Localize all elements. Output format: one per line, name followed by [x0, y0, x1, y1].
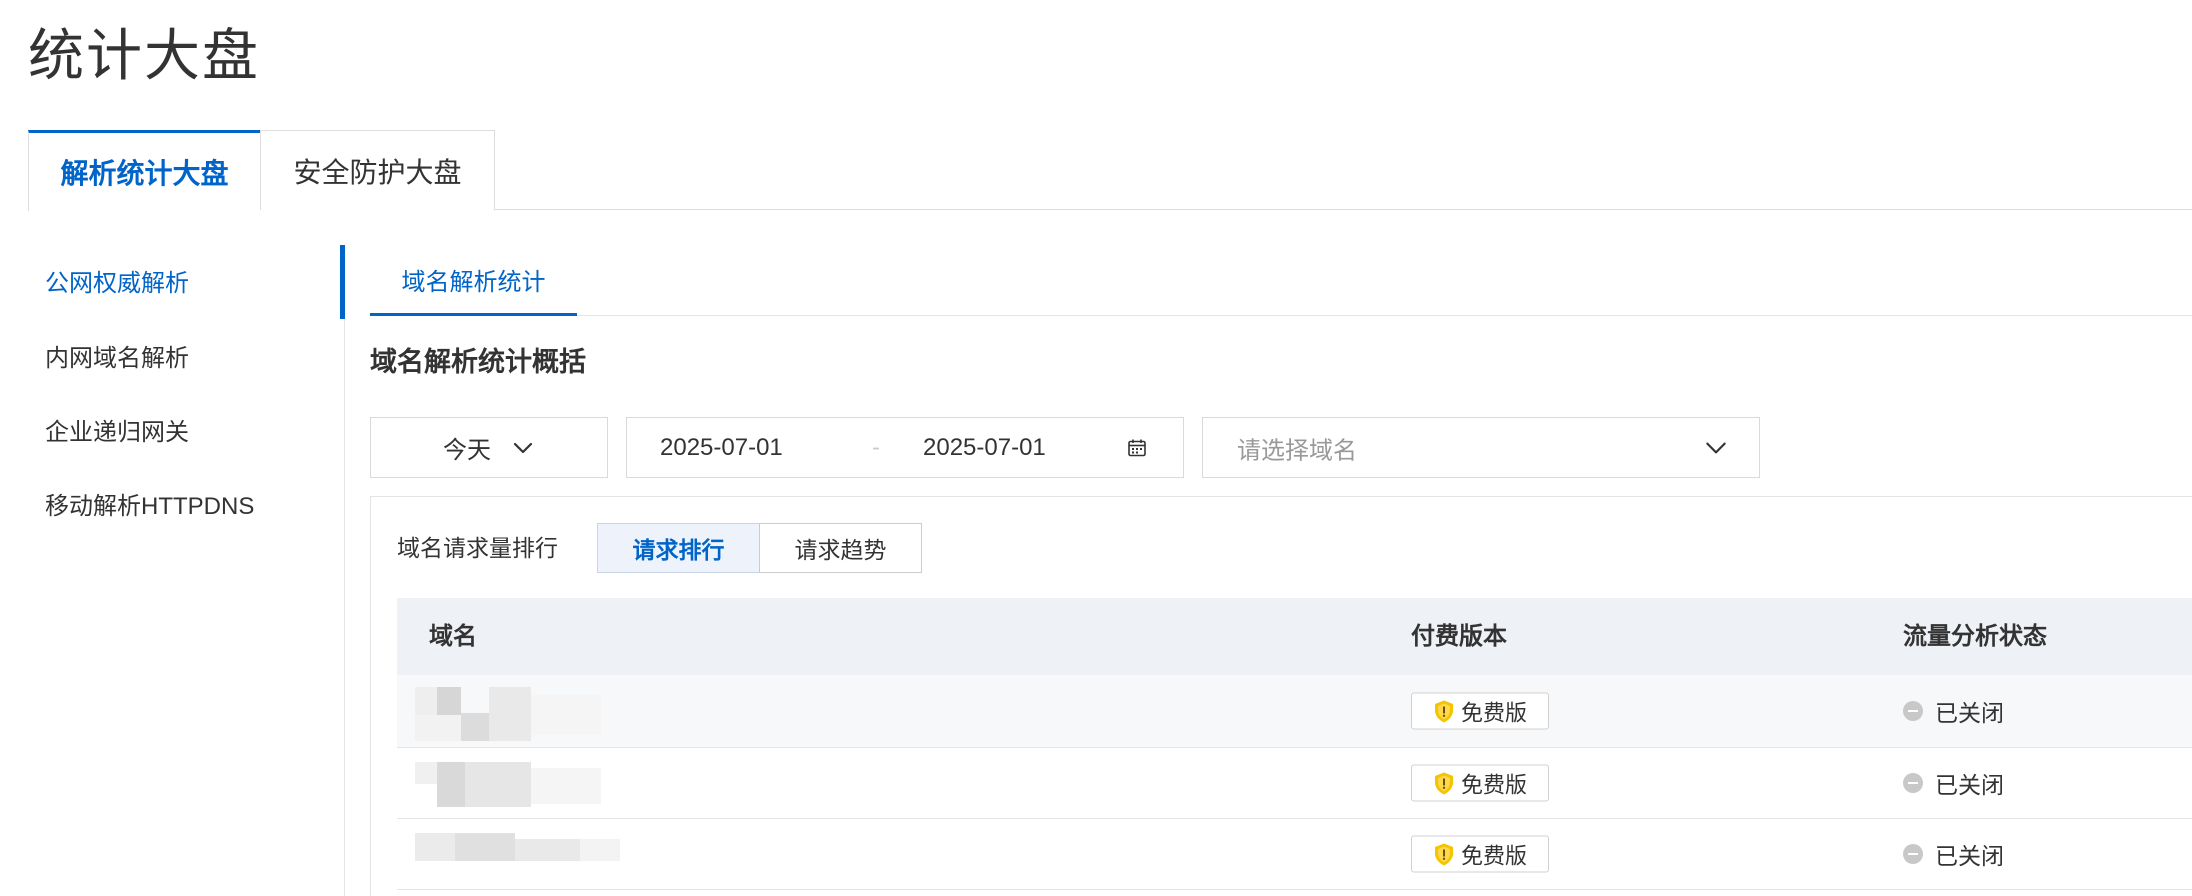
date-end[interactable]: 2025-07-01: [923, 434, 1046, 462]
tab-label: 域名解析统计: [401, 268, 546, 296]
date-separator: -: [872, 433, 880, 461]
version-badge: 免费版: [1411, 692, 1549, 730]
column-header-domain: 域名: [429, 623, 477, 650]
tab-domain-resolution-stats[interactable]: 域名解析统计: [370, 245, 577, 316]
status-text: 已关闭: [1935, 700, 2004, 726]
version-text: 免费版: [1460, 843, 1527, 868]
toggle-label: 请求趋势: [794, 537, 887, 563]
shield-icon: [1434, 700, 1453, 722]
calendar-icon: [1128, 439, 1146, 456]
disabled-dot-icon: [1903, 773, 1923, 793]
version-badge: 免费版: [1411, 835, 1549, 873]
page-title: 统计大盘: [28, 24, 260, 87]
redacted-domain: [397, 748, 657, 819]
date-range-picker[interactable]: 2025-07-01 - 2025-07-01: [626, 417, 1184, 478]
sidebar-divider: [344, 245, 345, 896]
sidebar-item-recursive-gateway[interactable]: 企业递归网关: [45, 416, 189, 450]
table-header: 域名 付费版本 流量分析状态: [397, 598, 2192, 675]
sidebar-item-private-zone[interactable]: 内网域名解析: [45, 342, 189, 376]
domain-select-placeholder: 请选择域名: [1237, 437, 1357, 464]
status-text: 已关闭: [1935, 772, 2004, 798]
column-header-version: 付费版本: [1411, 623, 1507, 650]
domain-select[interactable]: 请选择域名: [1202, 417, 1760, 478]
toggle-request-trend[interactable]: 请求趋势: [759, 523, 922, 573]
sidebar-active-indicator: [340, 245, 345, 319]
period-select[interactable]: 今天: [370, 417, 608, 478]
date-start[interactable]: 2025-07-01: [660, 434, 783, 462]
tab-label: 解析统计大盘: [60, 158, 229, 189]
tab-dns-stats-dashboard[interactable]: 解析统计大盘: [28, 130, 260, 211]
tab-label: 安全防护大盘: [293, 156, 462, 188]
chevron-down-icon: [1706, 442, 1726, 453]
status-text: 已关闭: [1935, 843, 2004, 869]
chevron-down-icon: [513, 442, 533, 453]
redacted-domain: [397, 675, 657, 748]
tab-security-dashboard[interactable]: 安全防护大盘: [260, 130, 495, 210]
table-row: 免费版 已关闭: [397, 819, 2192, 890]
table-row: 免费版 已关闭: [397, 748, 2192, 819]
sidebar-item-httpdns[interactable]: 移动解析HTTPDNS: [45, 490, 254, 524]
toggle-request-ranking[interactable]: 请求排行: [597, 523, 760, 573]
traffic-status: 已关闭: [1903, 837, 2004, 871]
period-select-value: 今天: [443, 437, 491, 464]
sidebar-item-public-authoritative[interactable]: 公网权威解析: [45, 267, 189, 301]
version-text: 免费版: [1460, 772, 1527, 797]
version-badge: 免费版: [1411, 764, 1549, 802]
traffic-status: 已关闭: [1903, 694, 2004, 728]
shield-icon: [1434, 843, 1453, 865]
section-title: 域名解析统计概括: [370, 347, 586, 377]
disabled-dot-icon: [1903, 844, 1923, 864]
disabled-dot-icon: [1903, 701, 1923, 721]
traffic-status: 已关闭: [1903, 766, 2004, 800]
shield-icon: [1434, 772, 1453, 794]
ranking-label: 域名请求量排行: [397, 535, 558, 561]
toggle-label: 请求排行: [632, 537, 725, 563]
column-header-traffic-status: 流量分析状态: [1903, 623, 2047, 650]
table-row: 免费版 已关闭: [397, 675, 2192, 748]
tabs-divider: [260, 209, 2192, 210]
redacted-domain: [397, 819, 657, 890]
version-text: 免费版: [1460, 700, 1527, 725]
subtabs-divider: [370, 315, 2192, 316]
